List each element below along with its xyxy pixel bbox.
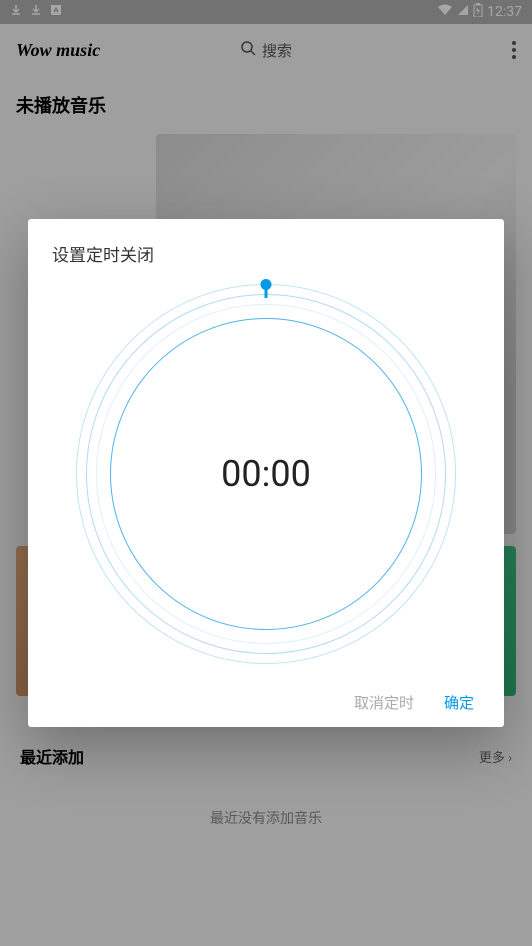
timer-handle[interactable] — [261, 279, 272, 290]
cancel-timer-button[interactable]: 取消定时 — [354, 692, 414, 713]
timer-value: 00:00 — [221, 453, 311, 495]
modal-overlay[interactable]: 设置定时关闭 00:00 取消定时 确定 — [0, 0, 532, 946]
dialog-title: 设置定时关闭 — [52, 241, 480, 266]
timer-dialog: 设置定时关闭 00:00 取消定时 确定 — [28, 219, 504, 727]
confirm-button[interactable]: 确定 — [444, 692, 474, 713]
dialog-actions: 取消定时 确定 — [52, 692, 480, 713]
timer-wheel[interactable]: 00:00 — [76, 284, 456, 664]
